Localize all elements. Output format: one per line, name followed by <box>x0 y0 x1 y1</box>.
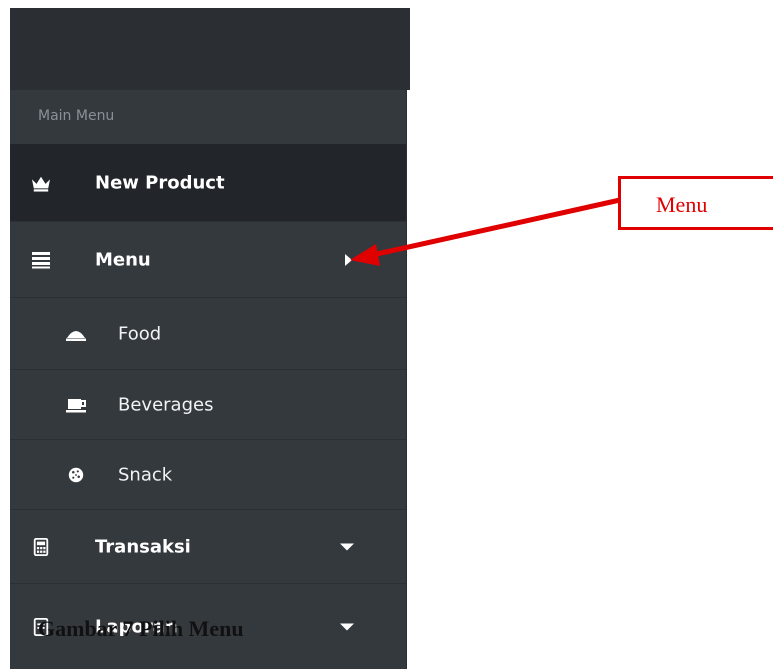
annotation-callout: Menu <box>618 176 773 230</box>
annotation-callout-text: Menu <box>656 192 708 217</box>
annotation-arrow <box>350 197 621 266</box>
figure-caption: Gambar 7 Pilih Menu <box>38 616 244 641</box>
